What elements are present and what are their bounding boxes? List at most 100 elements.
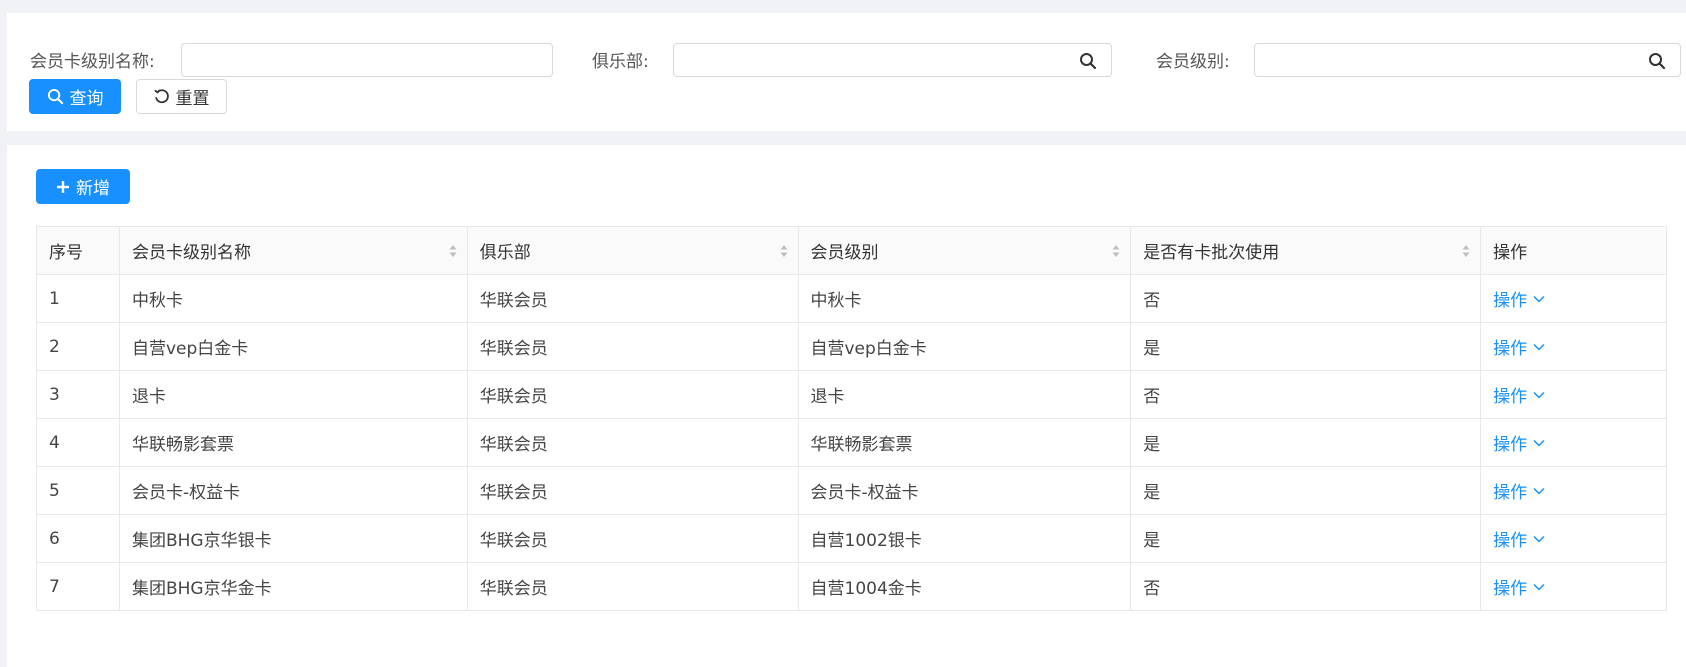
cell-card-level-name: 中秋卡 xyxy=(118,274,468,323)
cell-action: 操作 xyxy=(1480,466,1667,515)
chevron-down-icon xyxy=(1533,343,1545,351)
cell-action: 操作 xyxy=(1480,562,1667,611)
chevron-down-icon xyxy=(1533,583,1545,591)
column-header-batch-usage[interactable]: 是否有卡批次使用 xyxy=(1130,226,1482,275)
card-level-name-input[interactable] xyxy=(181,43,553,77)
chevron-down-icon xyxy=(1533,295,1545,303)
table-row: 5 会员卡-权益卡 华联会员 会员卡-权益卡 是 操作 xyxy=(36,466,1667,515)
chevron-down-icon xyxy=(1533,487,1545,495)
action-label: 操作 xyxy=(1493,483,1528,503)
cell-action: 操作 xyxy=(1480,370,1667,419)
cell-member-level: 华联畅影套票 xyxy=(797,418,1132,467)
club-label: 俱乐部: xyxy=(592,52,649,72)
table-row: 4 华联畅影套票 华联会员 华联畅影套票 是 操作 xyxy=(36,418,1667,467)
column-header-label: 俱乐部 xyxy=(479,243,531,263)
cell-index: 2 xyxy=(36,322,120,371)
cell-card-level-name: 集团BHG京华金卡 xyxy=(118,562,468,611)
action-label: 操作 xyxy=(1493,339,1528,359)
cell-batch-usage: 否 xyxy=(1130,562,1482,611)
cell-action: 操作 xyxy=(1480,274,1667,323)
cell-club: 华联会员 xyxy=(466,322,799,371)
card-level-name-label: 会员卡级别名称: xyxy=(30,52,155,72)
search-panel: 会员卡级别名称: 俱乐部: 会员级别: 查询 重置 xyxy=(7,13,1686,131)
action-dropdown[interactable]: 操作 xyxy=(1493,286,1545,311)
cell-club: 华联会员 xyxy=(466,514,799,563)
action-dropdown[interactable]: 操作 xyxy=(1493,430,1545,455)
action-label: 操作 xyxy=(1493,531,1528,551)
cell-batch-usage: 是 xyxy=(1130,322,1482,371)
column-header-index: 序号 xyxy=(36,226,120,275)
cell-index: 5 xyxy=(36,466,120,515)
cell-batch-usage: 否 xyxy=(1130,370,1482,419)
sort-caret-icon[interactable] xyxy=(449,244,457,258)
cell-index: 7 xyxy=(36,562,120,611)
cell-card-level-name: 退卡 xyxy=(118,370,468,419)
cell-member-level: 会员卡-权益卡 xyxy=(797,466,1132,515)
table-row: 2 自营vep白金卡 华联会员 自营vep白金卡 是 操作 xyxy=(36,322,1667,371)
column-header-action: 操作 xyxy=(1480,226,1667,275)
cell-index: 3 xyxy=(36,370,120,419)
column-header-club[interactable]: 俱乐部 xyxy=(466,226,799,275)
action-dropdown[interactable]: 操作 xyxy=(1493,526,1545,551)
cell-club: 华联会员 xyxy=(466,418,799,467)
cell-club: 华联会员 xyxy=(466,466,799,515)
table-header-row: 序号 会员卡级别名称 俱乐部 会员级别 是否有卡批次使用 操作 xyxy=(36,226,1667,275)
cell-card-level-name: 会员卡-权益卡 xyxy=(118,466,468,515)
add-button-label: 新增 xyxy=(76,179,110,199)
chevron-down-icon xyxy=(1533,535,1545,543)
cell-card-level-name: 华联畅影套票 xyxy=(118,418,468,467)
cell-card-level-name: 自营vep白金卡 xyxy=(118,322,468,371)
sort-caret-icon[interactable] xyxy=(780,244,788,258)
table-row: 3 退卡 华联会员 退卡 否 操作 xyxy=(36,370,1667,419)
club-select[interactable] xyxy=(673,43,1112,77)
search-icon xyxy=(1080,53,1097,70)
action-dropdown[interactable]: 操作 xyxy=(1493,478,1545,503)
cell-batch-usage: 是 xyxy=(1130,466,1482,515)
action-label: 操作 xyxy=(1493,579,1528,599)
column-header-label: 序号 xyxy=(49,243,83,263)
cell-club: 华联会员 xyxy=(466,274,799,323)
cell-batch-usage: 是 xyxy=(1130,514,1482,563)
member-card-table: 序号 会员卡级别名称 俱乐部 会员级别 是否有卡批次使用 操作 1 中秋卡 华联… xyxy=(36,226,1667,611)
cell-action: 操作 xyxy=(1480,514,1667,563)
cell-action: 操作 xyxy=(1480,322,1667,371)
member-level-label: 会员级别: xyxy=(1156,52,1230,72)
table-row: 6 集团BHG京华银卡 华联会员 自营1002银卡 是 操作 xyxy=(36,514,1667,563)
search-icon xyxy=(47,88,63,105)
cell-index: 4 xyxy=(36,418,120,467)
column-header-card-level-name[interactable]: 会员卡级别名称 xyxy=(118,226,468,275)
member-level-select[interactable] xyxy=(1254,43,1681,77)
chevron-down-icon xyxy=(1533,391,1545,399)
sort-caret-icon[interactable] xyxy=(1112,244,1120,258)
action-label: 操作 xyxy=(1493,435,1528,455)
cell-member-level: 自营vep白金卡 xyxy=(797,322,1132,371)
table-panel: 新增 序号 会员卡级别名称 俱乐部 会员级别 是否有卡批次使用 操作 1 中秋卡… xyxy=(7,145,1686,667)
reset-button-label: 重置 xyxy=(175,89,210,109)
action-dropdown[interactable]: 操作 xyxy=(1493,574,1545,599)
reset-button[interactable]: 重置 xyxy=(136,79,227,114)
cell-member-level: 中秋卡 xyxy=(797,274,1132,323)
cell-club: 华联会员 xyxy=(466,562,799,611)
query-button[interactable]: 查询 xyxy=(29,79,121,114)
action-dropdown[interactable]: 操作 xyxy=(1493,334,1545,359)
cell-member-level: 退卡 xyxy=(797,370,1132,419)
cell-batch-usage: 是 xyxy=(1130,418,1482,467)
reload-icon xyxy=(154,88,169,103)
cell-batch-usage: 否 xyxy=(1130,274,1482,323)
cell-index: 6 xyxy=(36,514,120,563)
cell-member-level: 自营1002银卡 xyxy=(797,514,1132,563)
add-button[interactable]: 新增 xyxy=(36,169,130,204)
query-button-label: 查询 xyxy=(69,89,104,109)
sort-caret-icon[interactable] xyxy=(1462,244,1470,258)
plus-icon xyxy=(57,180,69,193)
cell-action: 操作 xyxy=(1480,418,1667,467)
search-icon xyxy=(1649,53,1666,70)
action-label: 操作 xyxy=(1493,387,1528,407)
cell-card-level-name: 集团BHG京华银卡 xyxy=(118,514,468,563)
column-header-label: 是否有卡批次使用 xyxy=(1143,243,1280,263)
action-dropdown[interactable]: 操作 xyxy=(1493,382,1545,407)
table-row: 1 中秋卡 华联会员 中秋卡 否 操作 xyxy=(36,274,1667,323)
cell-club: 华联会员 xyxy=(466,370,799,419)
column-header-member-level[interactable]: 会员级别 xyxy=(797,226,1132,275)
column-header-label: 会员卡级别名称 xyxy=(131,243,251,263)
